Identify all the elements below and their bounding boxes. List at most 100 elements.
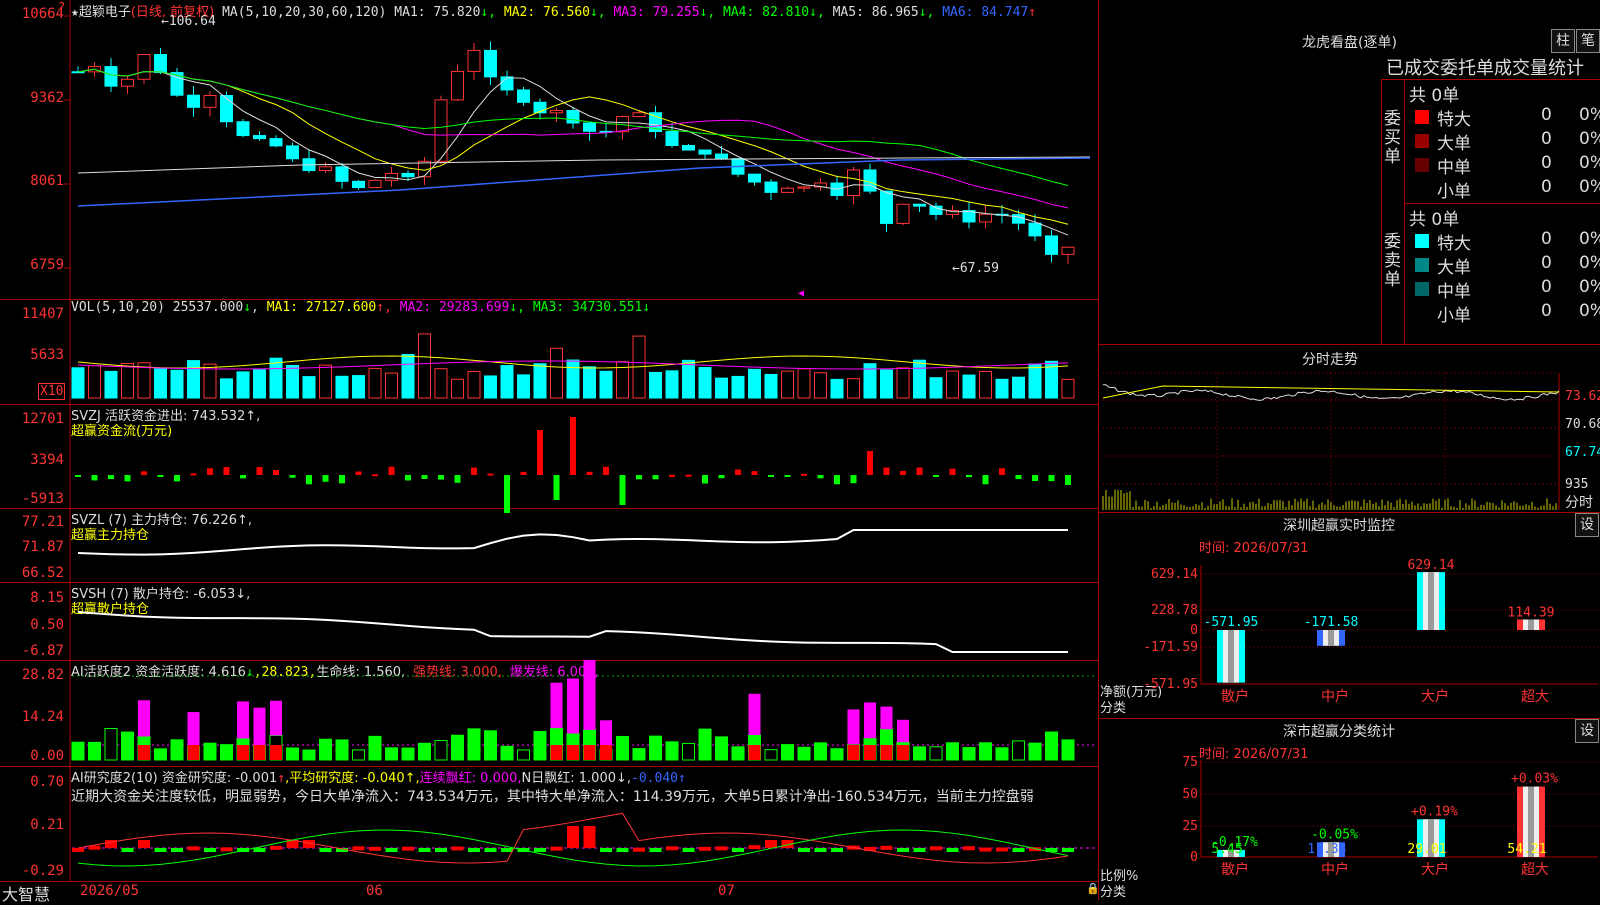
buy-row: 中单 0 0% <box>1405 153 1600 178</box>
intraday-label: 分时 <box>1565 495 1593 511</box>
svzl-axis-1: 71.87 <box>21 539 64 555</box>
ai-active-burst: 爆发线: 6.000, <box>509 665 599 680</box>
intraday-axis-1: 70.68 <box>1565 417 1600 432</box>
price-panel[interactable]: ? ★超颖电子(日线, 前复权) MA(5,10,20,30,60,120) M… <box>0 0 1098 300</box>
buy-side-label: 委买单 <box>1384 109 1401 167</box>
swatch-icon <box>1415 110 1429 124</box>
svsh-axis-2: -6.87 <box>21 643 64 659</box>
svsh-axis-0: 8.15 <box>30 590 64 606</box>
ai-active-strong: 强势线: 3.000, <box>413 665 502 680</box>
tick-mode-button[interactable]: 笔 <box>1576 29 1600 53</box>
sz-monitor-side2: 分类 <box>1100 701 1127 716</box>
sell-row: 特大 0 0% <box>1405 229 1600 254</box>
swatch-icon <box>1415 306 1429 320</box>
ai-active-axis-1: 14.24 <box>21 709 64 725</box>
svsh-subtitle: 超赢散户持仓 <box>71 602 150 617</box>
svzl-axis-2: 66.52 <box>21 565 64 581</box>
vol-axis-0: 11407 <box>21 306 64 322</box>
price-axis-3: 6759 <box>30 257 64 273</box>
row-percent: 0% <box>1579 301 1600 321</box>
ai-research-panel[interactable]: AI研究度2(10) 资金研究度: -0.001↑,平均研究度: -0.040↑… <box>0 766 1098 882</box>
svsh-panel[interactable]: SVSH (7) 散户持仓: -6.053↓, 超赢散户持仓 8.15 0.50… <box>0 582 1098 661</box>
ai-research-last: -0.040↑ <box>631 771 686 786</box>
ai-research-avg: ,平均研究度: -0.040↑, <box>285 771 420 786</box>
price-axis-0: 10664 <box>21 6 64 22</box>
date-axis[interactable]: 大智慧 2026/05 06 07 🔒 <box>0 881 1100 904</box>
svzj-axis-0: 12701 <box>21 411 64 427</box>
row-percent: 0% <box>1579 277 1600 297</box>
ai-active-v2: ,28.823, <box>253 665 317 680</box>
intraday-axis-3: 935 <box>1565 477 1589 492</box>
svzl-panel[interactable]: SVZL (7) 主力持仓: 76.226↑, 超赢主力持仓 77.21 71.… <box>0 508 1098 583</box>
row-value: 0 <box>1541 229 1552 249</box>
row-value: 0 <box>1541 177 1552 197</box>
ai-active-axis-0: 28.82 <box>21 667 64 683</box>
volume-panel[interactable]: VOL(5,10,20) 25537.000 ↓, MA1: 27127.600↑… <box>0 299 1098 405</box>
date-label-1: 06 <box>366 883 383 899</box>
sz-monitor-settings-button[interactable]: 设 <box>1575 513 1599 537</box>
ai-active-arrow: ↓ <box>245 665 254 680</box>
sell-row: 大单 0 0% <box>1405 253 1600 278</box>
swatch-icon <box>1415 282 1429 296</box>
vol-ma-1: MA1: 27127.600 <box>266 300 377 315</box>
intraday-axis-0: 73.62 <box>1565 389 1600 404</box>
ma-2: MA2: 76.560 <box>503 5 590 20</box>
vol-ma-2: MA2: 29283.699 <box>399 300 510 315</box>
row-percent: 0% <box>1579 153 1600 173</box>
svzj-panel[interactable]: SVZJ 活跃资金进出: 743.532↑, 超赢资金流(万元) 12701 3… <box>0 404 1098 509</box>
sz-stat-panel[interactable]: 深市超赢分类统计 设 时间: 2026/07/31 比例% 分类 <box>1099 719 1600 900</box>
buy-row: 小单 0 0% <box>1405 177 1600 202</box>
vol-ma-1-arrow: ↑, <box>376 300 400 315</box>
row-name: 大单 <box>1437 258 1471 278</box>
high-marker: ←106.64 <box>161 14 216 29</box>
vol-ma-3-arrow: ↓ <box>642 300 651 315</box>
sz-monitor-time: 时间: 2026/07/31 <box>1199 541 1309 556</box>
row-percent: 0% <box>1579 105 1600 125</box>
sz-monitor-title: 深圳超赢实时监控 <box>1283 518 1395 534</box>
ai-research-lianxu: 连续飘红: 0.000, <box>419 771 522 786</box>
ma-5-arrow: ↓, <box>918 5 943 20</box>
row-percent: 0% <box>1579 129 1600 149</box>
ai-research-title: AI研究度2(10) 资金研究度: -0.001 <box>71 771 278 786</box>
row-name: 小单 <box>1437 306 1471 326</box>
ai-active-axis-2: 0.00 <box>30 748 64 764</box>
app-logo[interactable]: 大智慧 <box>2 881 50 905</box>
buy-total: 共 0单 <box>1409 86 1460 106</box>
dragon-tabs[interactable]: 已成交委托单成交量统计 <box>1386 54 1584 80</box>
row-value: 0 <box>1541 105 1552 125</box>
ma-label: MA(5,10,20,30,60,120) <box>222 5 387 20</box>
ma-3-arrow: ↓, <box>699 5 724 20</box>
sz-stat-settings-button[interactable]: 设 <box>1575 719 1599 743</box>
sell-total: 共 0单 <box>1409 210 1460 230</box>
price-axis-2: 8061 <box>30 173 64 189</box>
low-marker: ←67.59 <box>952 261 999 276</box>
vol-value: 25537.000 <box>172 300 244 315</box>
row-name: 小单 <box>1437 182 1471 202</box>
dragon-title: 龙虎看盘(逐单) <box>1302 35 1397 51</box>
swatch-icon <box>1415 182 1429 196</box>
date-label-2: 07 <box>718 883 735 899</box>
row-name: 特大 <box>1437 234 1471 254</box>
vol-label: VOL(5,10,20) <box>71 300 165 315</box>
ma-4-arrow: ↓, <box>809 5 833 20</box>
row-value: 0 <box>1541 277 1552 297</box>
ma-values: MA1: 75.820↓, MA2: 76.560↓, MA3: 79.255↓… <box>394 5 1036 20</box>
swatch-icon <box>1415 158 1429 172</box>
bar-mode-button[interactable]: 柱 <box>1551 29 1575 53</box>
ma-1: MA1: 75.820 <box>394 5 481 20</box>
ma-3: MA3: 79.255 <box>613 5 700 20</box>
intraday-panel[interactable]: 分时走势 73.62 70.68 67.74 935 分时 <box>1099 345 1600 513</box>
vol-ma-values: MA1: 27127.600↑, MA2: 29283.699↓, MA3: 3… <box>267 300 651 315</box>
intraday-axis-2: 67.74 <box>1565 445 1600 460</box>
price-axis-1: 9362 <box>30 90 64 106</box>
sz-monitor-panel[interactable]: 深圳超赢实时监控 设 时间: 2026/07/31 净额(万元) 分类 <box>1099 513 1600 719</box>
row-value: 0 <box>1541 129 1552 149</box>
favorite-star-icon[interactable]: ★ <box>71 5 79 20</box>
sz-stat-side2: 分类 <box>1100 885 1127 900</box>
ma-1-arrow: ↓, <box>480 5 504 20</box>
ai-active-panel[interactable]: AI活跃度2 资金活跃度: 4.616↓,28.823,生命线: 1.560, … <box>0 660 1098 767</box>
scroll-marker-icon[interactable]: ◀ <box>798 288 804 299</box>
sz-stat-title: 深市超赢分类统计 <box>1283 724 1395 740</box>
lock-icon[interactable]: 🔒 <box>1086 882 1100 895</box>
dragon-panel[interactable]: 龙虎看盘(逐单) 柱 笔 已成交委托单成交量统计 委买单 委卖单 共 0单 特大… <box>1099 0 1600 345</box>
